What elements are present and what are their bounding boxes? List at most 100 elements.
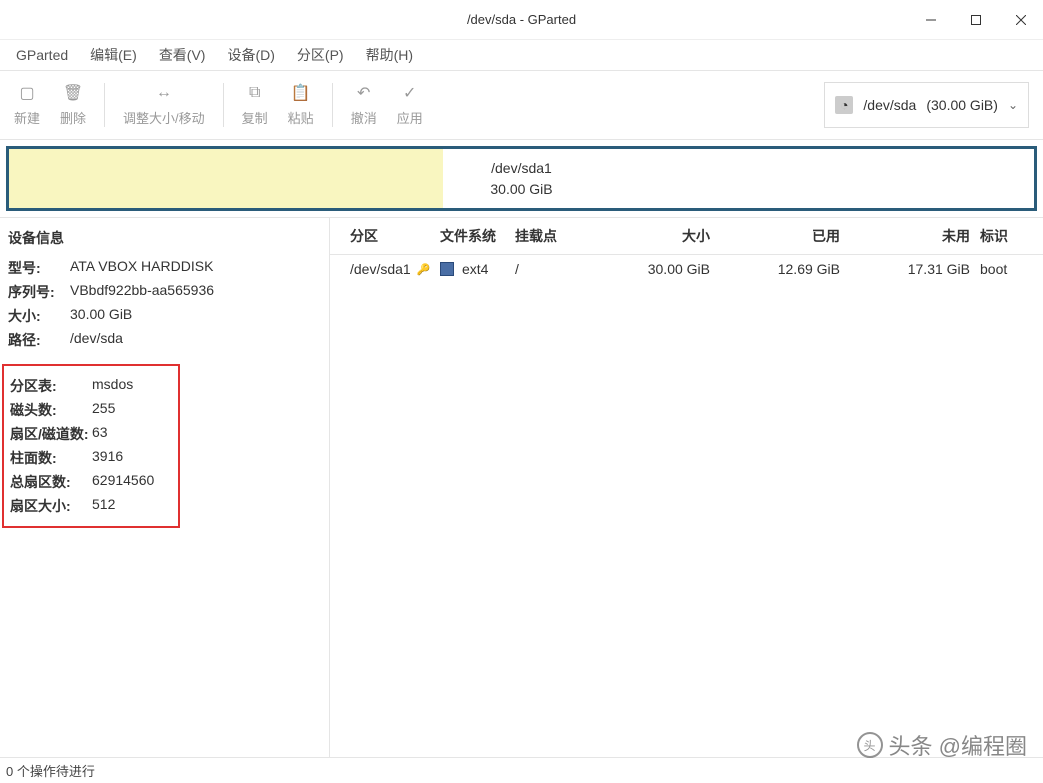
resize-icon: ↔ — [156, 84, 172, 102]
toolbar-separator — [332, 83, 333, 127]
minimize-button[interactable] — [908, 0, 953, 40]
paste-icon: 📋 — [291, 84, 311, 102]
info-row-total-sectors: 总扇区数: 62914560 — [4, 470, 174, 494]
titlebar: /dev/sda - GParted — [0, 0, 1043, 40]
info-row-model: 型号: ATA VBOX HARDDISK — [8, 256, 329, 280]
serial-label: 序列号: — [8, 282, 70, 302]
device-size: (30.00 GiB) — [926, 97, 998, 113]
new-button[interactable]: ▢ 新建 — [4, 78, 50, 133]
delete-button[interactable]: 🗑 删除 — [50, 78, 96, 133]
info-row-heads: 磁头数: 255 — [4, 398, 174, 422]
close-button[interactable] — [998, 0, 1043, 40]
header-flags[interactable]: 标识 — [980, 226, 1040, 246]
partition-viz-size: 30.00 GiB — [490, 179, 552, 200]
info-row-sector-size: 扇区大小: 512 — [4, 494, 174, 518]
delete-icon: 🗑 — [63, 84, 83, 102]
partition-list: 分区 文件系统 挂载点 大小 已用 未用 标识 /dev/sda1 🔑 ext4… — [330, 218, 1043, 757]
undo-label: 撤消 — [351, 108, 377, 127]
sector-size-value: 512 — [92, 496, 115, 516]
header-used[interactable]: 已用 — [730, 226, 860, 246]
apply-button[interactable]: ✓ 应用 — [387, 78, 433, 133]
path-label: 路径: — [8, 330, 70, 350]
menu-device[interactable]: 设备(D) — [217, 41, 284, 69]
toolbar: ▢ 新建 🗑 删除 ↔ 调整大小/移动 ⧉ 复制 📋 粘贴 ↶ 撤消 ✓ — [0, 70, 1043, 140]
device-info-title: 设备信息 — [8, 228, 329, 248]
lock-icon: 🔑 — [417, 263, 431, 276]
apply-icon: ✓ — [403, 84, 416, 102]
partition-viz-name: /dev/sda1 — [490, 158, 552, 179]
filesystem-value: ext4 — [462, 261, 488, 277]
chevron-down-icon: ⌄ — [1008, 98, 1018, 112]
size-label: 大小: — [8, 306, 70, 326]
header-mount[interactable]: 挂载点 — [515, 226, 605, 246]
partition-list-header: 分区 文件系统 挂载点 大小 已用 未用 标识 — [330, 218, 1043, 255]
new-icon: ▢ — [19, 84, 34, 102]
model-label: 型号: — [8, 258, 70, 278]
pt-label: 分区表: — [10, 376, 92, 396]
window-controls — [908, 0, 1043, 40]
resize-label: 调整大小/移动 — [123, 108, 205, 127]
status-text: 0 个操作待进行 — [6, 761, 95, 780]
cyl-label: 柱面数: — [10, 448, 92, 468]
device-selector[interactable]: ◔ /dev/sda (30.00 GiB) ⌄ — [824, 82, 1029, 128]
info-row-spt: 扇区/磁道数: 63 — [4, 422, 174, 446]
partition-used-region — [9, 149, 443, 208]
total-sectors-value: 62914560 — [92, 472, 154, 492]
model-value: ATA VBOX HARDDISK — [70, 258, 213, 278]
copy-label: 复制 — [242, 108, 268, 127]
size-value: 30.00 GiB — [70, 306, 132, 326]
info-row-size: 大小: 30.00 GiB — [8, 304, 329, 328]
highlighted-disk-geometry: 分区表: msdos 磁头数: 255 扇区/磁道数: 63 柱面数: 3916… — [2, 364, 180, 528]
cyl-value: 3916 — [92, 448, 123, 468]
menubar: GParted 编辑(E) 查看(V) 设备(D) 分区(P) 帮助(H) — [0, 40, 1043, 70]
close-icon — [1016, 15, 1026, 25]
filesystem-color-swatch — [440, 262, 454, 276]
maximize-button[interactable] — [953, 0, 998, 40]
menu-partition[interactable]: 分区(P) — [287, 41, 354, 69]
maximize-icon — [971, 15, 981, 25]
paste-label: 粘贴 — [288, 108, 314, 127]
header-filesystem[interactable]: 文件系统 — [440, 226, 515, 246]
paste-button[interactable]: 📋 粘贴 — [278, 78, 324, 133]
toolbar-separator — [104, 83, 105, 127]
spt-label: 扇区/磁道数: — [10, 424, 92, 444]
watermark: 头 头条 @编程圈 — [857, 729, 1027, 761]
undo-button[interactable]: ↶ 撤消 — [341, 78, 387, 133]
resize-button[interactable]: ↔ 调整大小/移动 — [113, 78, 215, 133]
minimize-icon — [926, 15, 936, 25]
used-value: 12.69 GiB — [730, 261, 860, 277]
path-value: /dev/sda — [70, 330, 123, 350]
watermark-text: 头条 @编程圈 — [889, 729, 1027, 761]
device-name: /dev/sda — [863, 97, 916, 113]
menu-gparted[interactable]: GParted — [6, 43, 78, 67]
menu-edit[interactable]: 编辑(E) — [80, 41, 147, 69]
sector-size-label: 扇区大小: — [10, 496, 92, 516]
partition-name: /dev/sda1 — [350, 261, 411, 277]
menu-help[interactable]: 帮助(H) — [356, 41, 423, 69]
info-row-cyl: 柱面数: 3916 — [4, 446, 174, 470]
info-row-serial: 序列号: VBbdf922bb-aa565936 — [8, 280, 329, 304]
main-area: 设备信息 型号: ATA VBOX HARDDISK 序列号: VBbdf922… — [0, 217, 1043, 757]
toolbar-separator — [223, 83, 224, 127]
mount-value: / — [515, 261, 605, 277]
partition-row[interactable]: /dev/sda1 🔑 ext4 / 30.00 GiB 12.69 GiB 1… — [330, 255, 1043, 283]
header-size[interactable]: 大小 — [605, 226, 730, 246]
size-value: 30.00 GiB — [605, 261, 730, 277]
flags-value: boot — [980, 261, 1040, 277]
pt-value: msdos — [92, 376, 133, 396]
partition-visualization[interactable]: /dev/sda1 30.00 GiB — [6, 146, 1037, 211]
copy-icon: ⧉ — [249, 84, 260, 102]
watermark-logo-icon: 头 — [857, 732, 883, 758]
info-row-pt: 分区表: msdos — [4, 374, 174, 398]
spt-value: 63 — [92, 424, 108, 444]
undo-icon: ↶ — [357, 84, 370, 102]
copy-button[interactable]: ⧉ 复制 — [232, 78, 278, 133]
device-info-panel: 设备信息 型号: ATA VBOX HARDDISK 序列号: VBbdf922… — [0, 218, 330, 757]
info-row-path: 路径: /dev/sda — [8, 328, 329, 352]
new-label: 新建 — [14, 108, 40, 127]
menu-view[interactable]: 查看(V) — [149, 41, 216, 69]
header-unused[interactable]: 未用 — [860, 226, 980, 246]
header-partition[interactable]: 分区 — [330, 226, 440, 246]
apply-label: 应用 — [397, 108, 423, 127]
disk-icon: ◔ — [835, 96, 853, 114]
